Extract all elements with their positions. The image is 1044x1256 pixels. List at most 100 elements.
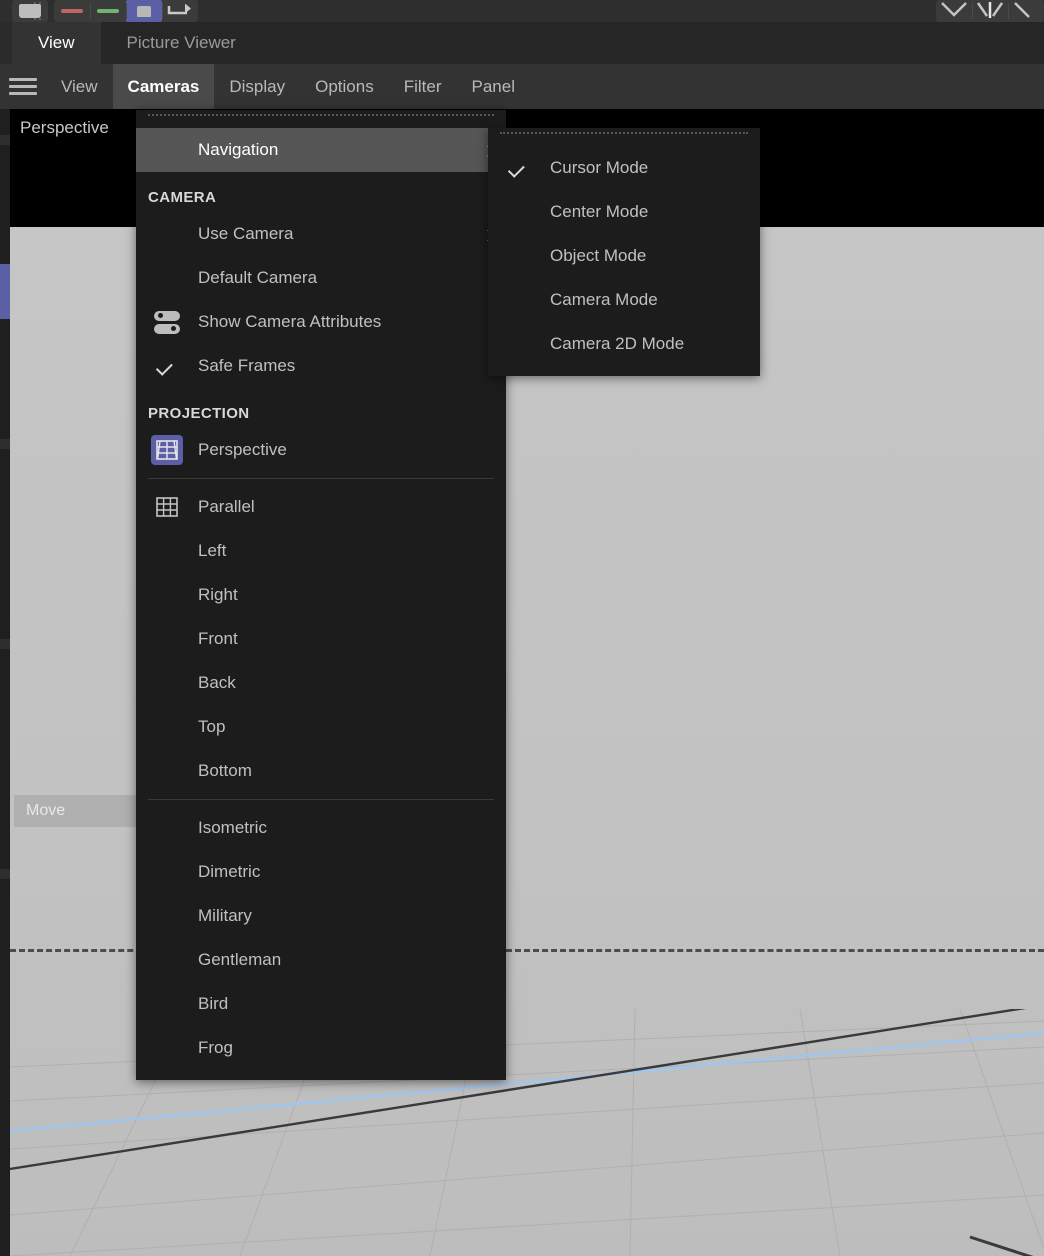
menu-item-use-camera-label: Use Camera xyxy=(198,224,294,243)
menu-separator-1 xyxy=(148,478,494,479)
menu-item-safe-frames[interactable]: Safe Frames xyxy=(136,344,506,388)
menubar-item-panel[interactable]: Panel xyxy=(457,64,530,109)
tab-picture-viewer[interactable]: Picture Viewer xyxy=(101,22,262,64)
menubar-item-view-label: View xyxy=(61,76,98,96)
submenu-item-object-mode-label: Object Mode xyxy=(550,246,647,265)
menu-item-right-label: Right xyxy=(198,585,238,604)
menu-item-bird-label: Bird xyxy=(198,994,229,1013)
submenu-item-object-mode[interactable]: Object Mode xyxy=(488,234,760,278)
menu-item-back[interactable]: Back xyxy=(136,661,506,705)
hamburger-icon[interactable] xyxy=(0,64,46,109)
submenu-item-cursor-mode[interactable]: Cursor Mode xyxy=(488,146,760,190)
submenu-tearoff-handle[interactable] xyxy=(500,132,748,146)
menu-item-top[interactable]: Top xyxy=(136,705,506,749)
toolbar-grip[interactable] xyxy=(0,0,41,22)
menu-item-front-label: Front xyxy=(198,629,238,648)
submenu-item-camera-mode-label: Camera Mode xyxy=(550,290,658,309)
menu-item-show-camera-attributes[interactable]: Show Camera Attributes xyxy=(136,300,506,344)
menu-item-bird[interactable]: Bird xyxy=(136,982,506,1026)
red-bar-icon xyxy=(61,9,83,13)
menu-item-left[interactable]: Left xyxy=(136,529,506,573)
tab-view-label: View xyxy=(38,33,75,52)
menubar-item-display-label: Display xyxy=(229,76,286,96)
menu-item-use-camera[interactable]: Use Camera xyxy=(136,212,506,256)
rail-nub-3[interactable] xyxy=(0,639,10,649)
mirror-button[interactable] xyxy=(972,0,1008,22)
top-toolbar xyxy=(0,0,1044,22)
right-toolbar-group xyxy=(936,0,1044,22)
menubar-item-filter-label: Filter xyxy=(403,76,442,96)
submenu-item-center-mode[interactable]: Center Mode xyxy=(488,190,760,234)
menu-item-frog[interactable]: Frog xyxy=(136,1026,506,1070)
green-tool-button[interactable] xyxy=(90,0,126,22)
submenu-item-center-mode-label: Center Mode xyxy=(550,202,649,221)
checkmark-icon xyxy=(155,358,173,376)
chevron-down-icon xyxy=(941,2,967,17)
menu-section-camera: CAMERA xyxy=(136,172,506,212)
viewport-left-rail[interactable] xyxy=(0,109,10,1256)
menu-item-bottom-label: Bottom xyxy=(198,761,252,780)
parallel-grid-icon xyxy=(150,492,184,522)
red-tool-button[interactable] xyxy=(54,0,90,22)
menu-item-front[interactable]: Front xyxy=(136,617,506,661)
arrow-right-icon xyxy=(167,4,191,15)
checkmark-icon xyxy=(507,160,525,178)
viewport-tool-chip[interactable]: Move xyxy=(14,795,138,827)
submenu-item-camera-2d-mode[interactable]: Camera 2D Mode xyxy=(488,322,760,366)
chevron-down-button[interactable] xyxy=(936,0,972,22)
menu-item-perspective[interactable]: Perspective xyxy=(136,428,506,472)
menu-item-safe-frames-label: Safe Frames xyxy=(198,356,296,375)
menu-separator-2 xyxy=(148,799,494,800)
tab-view[interactable]: View xyxy=(12,22,101,64)
menu-item-parallel[interactable]: Parallel xyxy=(136,485,506,529)
open-file-button[interactable] xyxy=(12,0,48,22)
rail-nub-1[interactable] xyxy=(0,135,10,145)
menu-item-default-camera[interactable]: Default Camera xyxy=(136,256,506,300)
viewport-tool-chip-label: Move xyxy=(26,802,66,819)
menu-item-left-label: Left xyxy=(198,541,227,560)
navigation-submenu: Cursor Mode Center Mode Object Mode Came… xyxy=(488,128,760,376)
menu-section-camera-label: CAMERA xyxy=(148,189,217,206)
menu-item-bottom[interactable]: Bottom xyxy=(136,749,506,793)
color-toolbar-group xyxy=(54,0,198,22)
rail-nub-4[interactable] xyxy=(0,869,10,879)
menu-item-navigation-label: Navigation xyxy=(198,140,279,159)
rail-nub-2[interactable] xyxy=(0,439,10,449)
move-tool-button[interactable] xyxy=(162,0,198,22)
menu-item-top-label: Top xyxy=(198,717,226,736)
menu-item-gentleman-label: Gentleman xyxy=(198,950,282,969)
menu-item-perspective-label: Perspective xyxy=(198,440,287,459)
menu-item-military-label: Military xyxy=(198,906,252,925)
tab-bar-pad xyxy=(0,22,12,64)
menu-item-navigation[interactable]: Navigation xyxy=(136,128,506,172)
menu-item-dimetric-label: Dimetric xyxy=(198,862,261,881)
object-tool-button[interactable] xyxy=(126,0,162,22)
cameras-dropdown-menu: Navigation CAMERA Use Camera Default Cam… xyxy=(136,110,506,1080)
folder-icon xyxy=(19,4,41,18)
menu-item-gentleman[interactable]: Gentleman xyxy=(136,938,506,982)
menubar-item-view[interactable]: View xyxy=(46,64,113,109)
menu-item-frog-label: Frog xyxy=(198,1038,233,1057)
menu-item-parallel-label: Parallel xyxy=(198,497,255,516)
menu-item-default-camera-label: Default Camera xyxy=(198,268,318,287)
tab-bar: View Picture Viewer xyxy=(0,22,1044,64)
menu-item-dimetric[interactable]: Dimetric xyxy=(136,850,506,894)
submenu-item-camera-mode[interactable]: Camera Mode xyxy=(488,278,760,322)
menubar-item-filter[interactable]: Filter xyxy=(389,64,457,109)
corner-button[interactable] xyxy=(1008,0,1044,22)
menu-item-right[interactable]: Right xyxy=(136,573,506,617)
menubar-item-cameras[interactable]: Cameras xyxy=(112,64,215,109)
menu-bar: View Cameras Display Options Filter Pane… xyxy=(0,64,1044,109)
rail-active-item[interactable] xyxy=(0,264,10,319)
menu-item-isometric[interactable]: Isometric xyxy=(136,806,506,850)
perspective-grid-icon xyxy=(150,435,184,465)
menu-item-military[interactable]: Military xyxy=(136,894,506,938)
green-bar-icon xyxy=(97,9,119,13)
menu-section-projection-label: PROJECTION xyxy=(148,405,250,422)
file-toolbar-group xyxy=(12,0,48,22)
menubar-item-options[interactable]: Options xyxy=(300,64,389,109)
submenu-item-cursor-mode-label: Cursor Mode xyxy=(550,158,649,177)
menu-tearoff-handle[interactable] xyxy=(148,114,494,128)
camera-attributes-icon xyxy=(150,307,184,337)
menubar-item-display[interactable]: Display xyxy=(214,64,300,109)
